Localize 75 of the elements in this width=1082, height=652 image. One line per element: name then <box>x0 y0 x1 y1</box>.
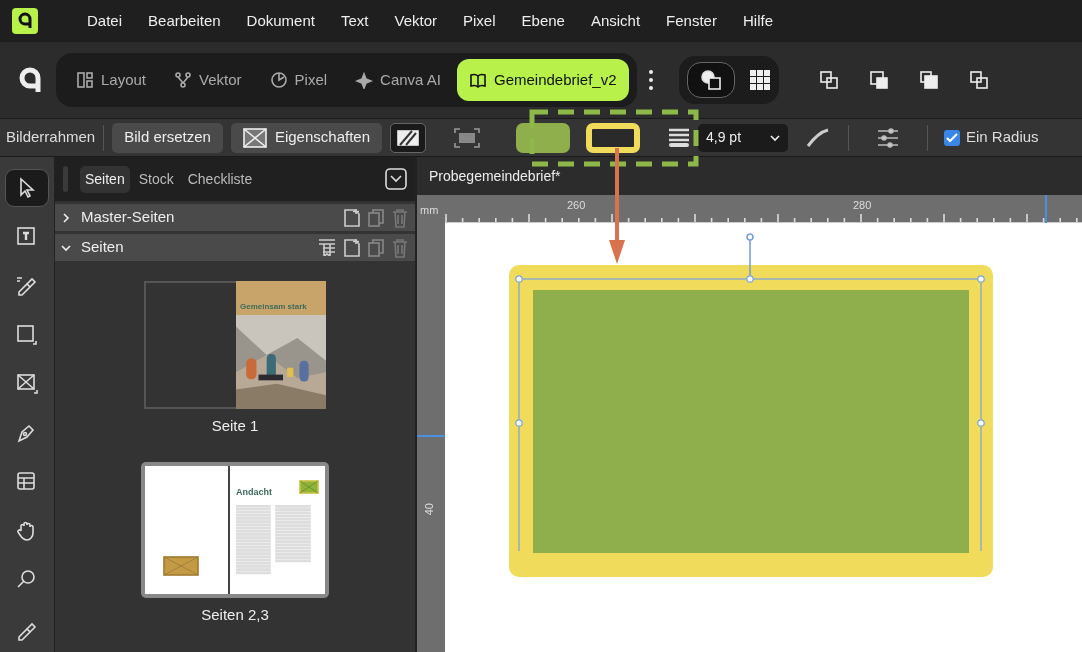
more-icon[interactable] <box>646 69 655 91</box>
context-button[interactable]: Bild ersetzen <box>112 122 223 153</box>
ruler-unit: mm <box>420 203 439 218</box>
menu-item[interactable]: Dokument <box>233 9 328 33</box>
menu-item[interactable]: Text <box>327 9 382 33</box>
arrange-icon[interactable] <box>868 70 889 90</box>
panel-tab[interactable]: Stock <box>133 165 179 193</box>
fill-swatch[interactable] <box>516 122 570 153</box>
menu-item[interactable]: Bearbeiten <box>135 9 234 33</box>
chevron-down-icon <box>770 133 780 142</box>
preview-mode-button[interactable] <box>686 62 735 98</box>
book-icon <box>468 71 487 89</box>
page-label: Seiten 2,3 <box>201 604 269 625</box>
insert-icon[interactable] <box>317 237 337 256</box>
section-label: Master-Seiten <box>81 207 175 228</box>
arrange-icon[interactable] <box>818 70 839 90</box>
rectangle-icon <box>15 323 39 347</box>
radius-checkbox[interactable]: Ein Radius <box>944 126 1039 149</box>
stroke-width-field[interactable]: 4,9 pt <box>698 123 788 152</box>
section-header[interactable]: Master-Seiten <box>55 204 415 231</box>
line-style-icon[interactable] <box>668 127 690 148</box>
panel-grip[interactable] <box>63 166 68 192</box>
studio-tab[interactable]: Gemeindebrief_v2 <box>456 59 629 101</box>
picker-icon <box>15 274 39 298</box>
ruler-label: 280 <box>853 198 872 213</box>
menu-item[interactable]: Vektor <box>381 9 450 33</box>
section-label: Seiten <box>81 237 124 258</box>
add-master-icon[interactable] <box>343 207 361 228</box>
add-page-icon[interactable] <box>343 237 361 258</box>
document-tab[interactable]: Probegemeindebrief* <box>429 165 561 187</box>
studio-tab[interactable]: Vektor <box>162 59 254 101</box>
frame-icon <box>396 128 420 147</box>
thumbnail-title: Andacht <box>236 485 272 499</box>
shapes-icon <box>699 69 722 91</box>
app-logo-icon <box>12 8 38 34</box>
page-label: Seite 1 <box>211 416 259 436</box>
chevron-down-icon <box>61 242 71 253</box>
layout-icon <box>76 71 94 89</box>
ruler-label: 40 <box>422 503 436 516</box>
chevron-right-icon <box>61 212 71 223</box>
tool-button[interactable] <box>5 169 49 207</box>
menu-item[interactable]: Fenster <box>653 9 730 33</box>
check-icon <box>946 132 958 143</box>
ruler-label: 260 <box>567 198 586 213</box>
panel-tab[interactable]: Checkliste <box>182 165 258 193</box>
menu-item[interactable]: Datei <box>74 9 136 33</box>
picture-frame-icon <box>15 372 39 396</box>
panel-tab[interactable]: Seiten <box>80 165 130 193</box>
fit-button[interactable] <box>390 122 426 153</box>
dropdown-icon[interactable] <box>385 168 407 190</box>
pressure-curve-icon[interactable] <box>806 127 830 148</box>
menu-item[interactable]: Ansicht <box>577 9 654 33</box>
context-button[interactable]: Eigenschaften <box>230 122 382 153</box>
studio-tab[interactable]: Layout <box>64 59 159 101</box>
studio-tab[interactable]: Canva AI <box>343 59 453 101</box>
frame-fit-icon[interactable] <box>454 127 480 148</box>
studio-tab[interactable]: Pixel <box>257 59 340 101</box>
page-thumbnail[interactable]: Andacht <box>141 461 329 598</box>
menu-item[interactable]: Ebene <box>508 9 578 33</box>
stroke-swatch[interactable] <box>586 122 640 153</box>
sparkle-icon <box>355 71 374 89</box>
picture-frame-icon <box>299 479 319 494</box>
grid-icon[interactable] <box>748 69 771 91</box>
thumbnail-title: Gemeinsam stark <box>239 301 308 313</box>
section-header[interactable]: Seiten <box>55 234 415 261</box>
circle-icon <box>269 71 288 89</box>
frame-icon <box>242 127 267 148</box>
context-title: Bilderrahmen <box>6 127 96 148</box>
menu-item[interactable]: Hilfe <box>729 9 786 33</box>
arrange-icon[interactable] <box>918 70 939 90</box>
menu-item[interactable]: Pixel <box>450 9 509 33</box>
arrange-icon[interactable] <box>968 70 989 90</box>
picture-frame-icon <box>163 555 199 576</box>
nodes-icon <box>174 71 193 89</box>
sliders-icon[interactable] <box>877 127 899 148</box>
